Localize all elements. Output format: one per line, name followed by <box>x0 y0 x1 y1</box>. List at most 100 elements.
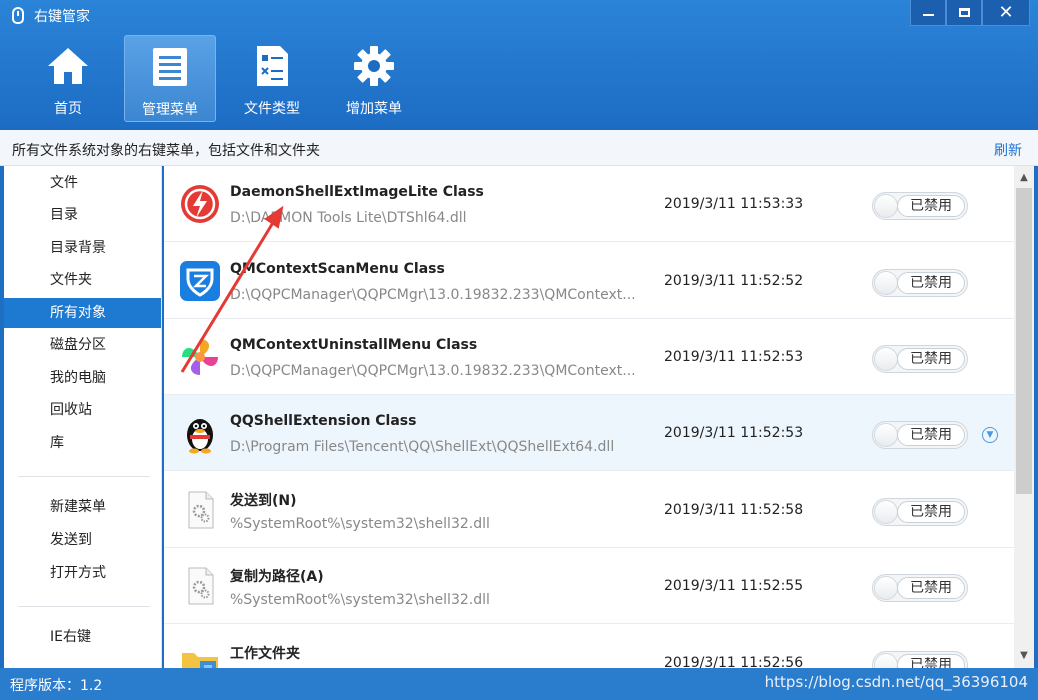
sidebar-item-folder[interactable]: 文件夹 <box>4 265 161 295</box>
nav-manage-menu-label: 管理菜单 <box>142 102 198 118</box>
restore-icon <box>958 8 970 17</box>
enable-toggle[interactable]: 已禁用 <box>872 192 968 220</box>
pinwheel-icon <box>182 339 218 375</box>
description-bar: 所有文件系统对象的右键菜单，包括文件和文件夹 刷新 <box>0 130 1038 166</box>
sidebar-item-send-to[interactable]: 发送到 <box>4 525 161 555</box>
chevron-down-icon[interactable]: ▼ <box>982 427 998 443</box>
close-icon: ✕ <box>998 1 1014 23</box>
dll-file-icon <box>188 567 214 605</box>
sidebar-item-directory[interactable]: 目录 <box>4 200 161 230</box>
item-path: D:\QQPCManager\QQPCMgr\13.0.19832.233\QM… <box>230 287 636 303</box>
item-name: QMContextScanMenu Class <box>230 261 445 277</box>
nav-add-menu[interactable]: 增加菜单 <box>328 35 420 122</box>
enable-toggle[interactable]: 已禁用 <box>872 574 968 602</box>
qq-penguin-icon <box>187 419 213 454</box>
item-path: D:\Program Files\Tencent\QQ\ShellExt\QQS… <box>230 439 615 455</box>
work-folder-icon <box>182 653 218 668</box>
home-icon <box>48 48 88 84</box>
item-timestamp: 2019/3/11 11:52:55 <box>664 578 804 594</box>
enable-toggle[interactable]: 已禁用 <box>872 269 968 297</box>
title-bar: 右键管家 ✕ <box>0 0 1038 30</box>
list-item[interactable]: QMContextScanMenu Class D:\QQPCManager\Q… <box>164 243 1014 319</box>
daemon-tools-icon <box>181 185 219 223</box>
close-button[interactable]: ✕ <box>982 0 1030 26</box>
app-header: 右键管家 ✕ 首页 管理菜单 文件类型 增加菜单 <box>0 0 1038 130</box>
sidebar-item-disk-partition[interactable]: 磁盘分区 <box>4 330 161 360</box>
list-item[interactable]: 工作文件夹 2019/3/11 11:52:56 已禁用 <box>164 625 1014 668</box>
sidebar-item-new-menu[interactable]: 新建菜单 <box>4 492 161 522</box>
item-path: %SystemRoot%\system32\shell32.dll <box>230 516 490 532</box>
item-path: D:\DAEMON Tools Lite\DTShl64.dll <box>230 210 467 226</box>
sidebar-item-file[interactable]: 文件 <box>4 168 161 198</box>
item-timestamp: 2019/3/11 11:52:56 <box>664 655 804 668</box>
toggle-knob <box>874 576 898 600</box>
context-menu-list: DaemonShellExtImageLite Class D:\DAEMON … <box>164 166 1014 668</box>
sidebar-item-open-with[interactable]: 打开方式 <box>4 558 161 588</box>
item-name: 复制为路径(A) <box>230 569 324 585</box>
enable-toggle[interactable]: 已禁用 <box>872 498 968 526</box>
sidebar-item-recycle-bin[interactable]: 回收站 <box>4 395 161 425</box>
scroll-thumb[interactable] <box>1016 188 1032 494</box>
toggle-knob <box>874 500 898 524</box>
item-timestamp: 2019/3/11 11:52:53 <box>664 349 804 365</box>
toggle-label: 已禁用 <box>897 195 965 217</box>
list-scrollbar[interactable]: ▲ ▼ <box>1014 166 1034 668</box>
list-item[interactable]: QMContextUninstallMenu Class D:\QQPCMana… <box>164 319 1014 395</box>
item-timestamp: 2019/3/11 11:52:58 <box>664 502 804 518</box>
nav-home[interactable]: 首页 <box>22 35 114 122</box>
item-name: QQShellExtension Class <box>230 413 417 429</box>
nav-add-menu-label: 增加菜单 <box>346 101 402 117</box>
dll-file-icon <box>188 491 214 529</box>
watermark-text: https://blog.csdn.net/qq_36396104 <box>764 673 1028 691</box>
toggle-label: 已禁用 <box>897 654 965 668</box>
list-item[interactable]: 复制为路径(A) %SystemRoot%\system32\shell32.d… <box>164 548 1014 624</box>
sidebar-item-ie-context[interactable]: IE右键 <box>4 622 161 652</box>
window-title: 右键管家 <box>34 9 90 25</box>
toggle-label: 已禁用 <box>897 501 965 523</box>
enable-toggle[interactable]: 已禁用 <box>872 421 968 449</box>
toggle-label: 已禁用 <box>897 348 965 370</box>
list-item[interactable]: 发送到(N) %SystemRoot%\system32\shell32.dll… <box>164 472 1014 548</box>
toggle-knob <box>874 347 898 371</box>
toggle-label: 已禁用 <box>897 272 965 294</box>
toggle-knob <box>874 194 898 218</box>
sidebar-item-directory-background[interactable]: 目录背景 <box>4 233 161 263</box>
nav-file-types-label: 文件类型 <box>244 101 300 117</box>
list-item[interactable]: QQShellExtension Class D:\Program Files\… <box>164 395 1014 471</box>
sidebar-divider <box>18 606 150 607</box>
item-timestamp: 2019/3/11 11:53:33 <box>664 196 804 212</box>
item-name: DaemonShellExtImageLite Class <box>230 184 484 200</box>
item-name: 发送到(N) <box>230 493 297 509</box>
item-path: D:\QQPCManager\QQPCMgr\13.0.19832.233\QM… <box>230 363 636 379</box>
scroll-up-icon[interactable]: ▲ <box>1014 168 1034 188</box>
file-type-icon <box>257 46 288 86</box>
version-label: 程序版本：1.2 <box>10 678 103 694</box>
item-path: %SystemRoot%\system32\shell32.dll <box>230 592 490 608</box>
sidebar-item-library[interactable]: 库 <box>4 428 161 458</box>
toggle-label: 已禁用 <box>897 424 965 446</box>
minimize-button[interactable] <box>910 0 946 26</box>
scroll-down-icon[interactable]: ▼ <box>1014 646 1034 666</box>
sidebar-item-all-objects[interactable]: 所有对象 <box>4 298 161 328</box>
item-timestamp: 2019/3/11 11:52:53 <box>664 425 804 441</box>
status-bar: 程序版本：1.2 https://blog.csdn.net/qq_363961… <box>0 668 1038 700</box>
category-description: 所有文件系统对象的右键菜单，包括文件和文件夹 <box>12 143 320 159</box>
sidebar-item-my-computer[interactable]: 我的电脑 <box>4 363 161 393</box>
enable-toggle[interactable]: 已禁用 <box>872 651 968 668</box>
sidebar-divider <box>18 476 150 477</box>
toggle-knob <box>874 271 898 295</box>
mouse-logo-icon <box>12 7 24 24</box>
item-timestamp: 2019/3/11 11:52:52 <box>664 273 804 289</box>
refresh-link[interactable]: 刷新 <box>994 140 1022 160</box>
nav-home-label: 首页 <box>54 101 82 117</box>
list-icon <box>153 48 187 86</box>
item-name: QMContextUninstallMenu Class <box>230 337 478 353</box>
nav-manage-menu[interactable]: 管理菜单 <box>124 35 216 122</box>
restore-button[interactable] <box>946 0 982 26</box>
enable-toggle[interactable]: 已禁用 <box>872 345 968 373</box>
toggle-label: 已禁用 <box>897 577 965 599</box>
gear-icon <box>354 46 394 86</box>
toggle-knob <box>874 653 898 668</box>
list-item[interactable]: DaemonShellExtImageLite Class D:\DAEMON … <box>164 166 1014 242</box>
nav-file-types[interactable]: 文件类型 <box>226 35 318 122</box>
